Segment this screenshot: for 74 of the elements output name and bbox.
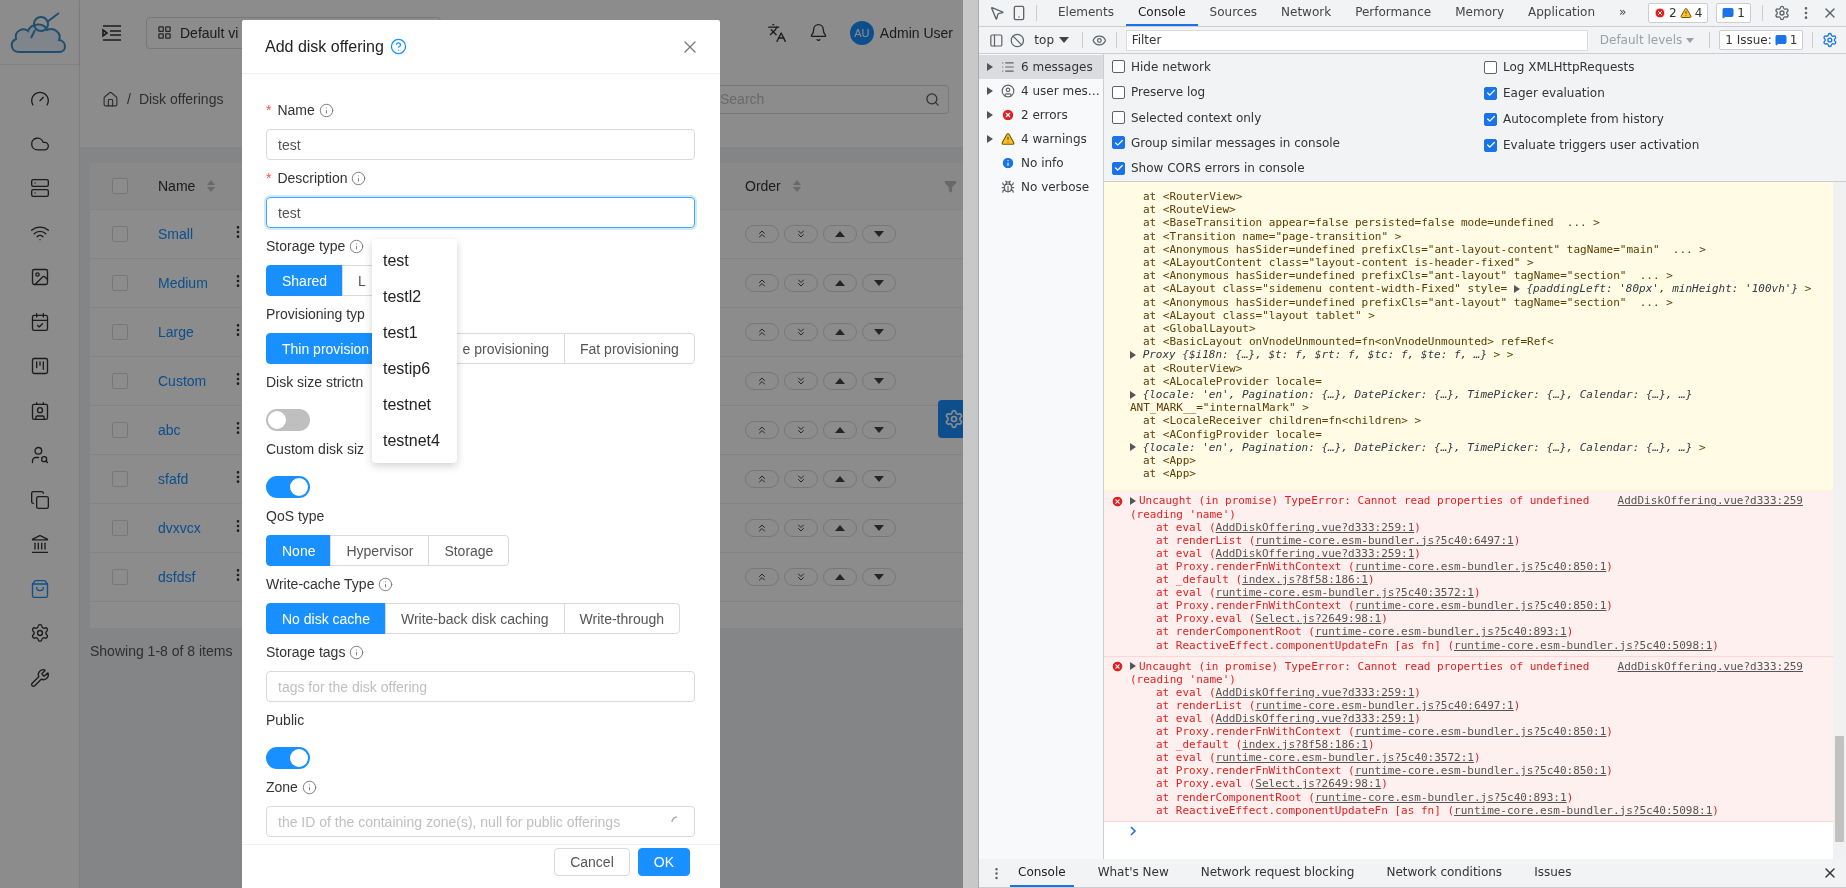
stack-frame: Proxy {$i18n: {…}, $t: f, $rt: f, $tc: f, $te: f, …} > > — [1130, 348, 1833, 362]
stack-frame: at <Anonymous hasSider=undefined prefixCls="ant-layout" tagName="section" ... > — [1130, 269, 1833, 283]
error-text: (reading 'name') — [1129, 507, 1237, 521]
field-label: Disk size strictn — [266, 374, 364, 390]
field-label: Name — [277, 102, 315, 118]
stack-frame: at <ALayout class="layout tablet" > — [1130, 308, 1833, 323]
checkbox-label: Autocomplete from history — [1503, 112, 1664, 126]
stack-frame: at <RouterView> — [1130, 361, 1833, 375]
field-label: QoS type — [266, 508, 325, 524]
stack-frame: at eval (runtime-core.esm-bundler.js?5c40:3572:1) — [1104, 751, 1803, 765]
stack-frame: at Proxy.renderFnWithContext (runtime-core.esm-bundler.js?5c40:850:1) — [1104, 599, 1803, 613]
stack-frame: at Proxy.eval (Select.js?2649:98:1) — [1104, 777, 1803, 791]
field-label: Write-cache Type — [266, 576, 375, 592]
field-label: Zone — [266, 779, 298, 795]
field-label: Provisioning typ — [266, 306, 365, 322]
stack-frame: at ReactiveEffect.componentUpdateFn [as fn] (runtime-core.esm-bundler.js?5c40:5098:1) — [1104, 803, 1803, 817]
error-text: Uncaught (in promise) TypeError: Cannot read properties of undefined — [1139, 494, 1591, 508]
stack-frame: at renderComponentRoot (runtime-core.esm-bundler.js?5c40:893:1) — [1104, 790, 1803, 804]
stack-frame: at renderList (runtime-core.esm-bundler.js?5c40:6497:1) — [1104, 533, 1803, 547]
field-label: Custom disk siz — [266, 441, 365, 457]
stack-frame: at Proxy.renderFnWithContext (runtime-core.esm-bundler.js?5c40:850:1) — [1104, 764, 1803, 778]
stack-frame: at <App> — [1130, 467, 1833, 481]
breadcrumb-separator: / — [127, 91, 131, 107]
stack-frame: at <RouterView> — [1130, 190, 1833, 204]
stack-frame: at eval (runtime-core.esm-bundler.js?5c40:3572:1) — [1104, 586, 1803, 600]
stack-frame: at <AConfigProvider locale= — [1130, 427, 1833, 441]
field-label: Storage tags — [266, 644, 346, 660]
checkbox-label: Log XMLHttpRequests — [1503, 60, 1635, 74]
stack-frame: at eval (AddDiskOffering.vue?d333:259:1) — [1104, 520, 1803, 534]
checkbox-label: Selected context only — [1131, 110, 1262, 125]
required-mark: * — [266, 170, 272, 186]
error-text: (reading 'name') — [1129, 672, 1237, 686]
checkbox-label: Eager evaluation — [1503, 86, 1605, 100]
stack-frame: at Proxy.renderFnWithContext (runtime-core.esm-bundler.js?5c40:850:1) — [1104, 725, 1803, 739]
stack-frame: at renderList (runtime-core.esm-bundler.js?5c40:6497:1) — [1104, 698, 1803, 712]
stack-frame: at ReactiveEffect.componentUpdateFn [as fn] (runtime-core.esm-bundler.js?5c40:5098:1) — [1104, 638, 1803, 652]
field-label: Storage type — [266, 238, 346, 254]
stack-frame: at <ALayout class="sidemenu content-width-Fixed" style= {paddingLeft: '80px', minHeight: '100vh'} > — [1130, 282, 1833, 296]
column-header: Order — [745, 178, 781, 194]
pagination-text: Showing 1-8 of 8 items — [90, 642, 233, 659]
stack-frame: at _default (index.js?8f58:186:1) — [1104, 573, 1803, 587]
checkbox-label: Show CORS errors in console — [1131, 161, 1305, 176]
error-text: Uncaught (in promise) TypeError: Cannot read properties of undefined — [1139, 659, 1591, 673]
stack-frame: at <ALocaleProvider locale= — [1130, 374, 1833, 389]
stack-frame: at <GlobalLayout> — [1130, 322, 1833, 336]
stack-frame: at <ALayoutContent class="layout-content is-header-fixed" > — [1130, 256, 1833, 270]
stack-frame: at eval (AddDiskOffering.vue?d333:259:1) — [1104, 711, 1803, 726]
field-label: Public — [266, 712, 305, 728]
stack-frame: at <Transition name="page-transition" > — [1130, 229, 1833, 243]
required-mark: * — [266, 102, 272, 118]
stack-frame: at eval (AddDiskOffering.vue?d333:259:1) — [1104, 685, 1803, 699]
checkbox-label: Group similar messages in console — [1131, 135, 1340, 150]
checkbox-label: Preserve log — [1131, 85, 1206, 100]
stack-frame: at <App> — [1130, 454, 1833, 468]
stack-frame: ANT_MARK__="internalMark" > — [1130, 401, 1833, 415]
stack-frame: {locale: 'en', Pagination: {…}, DatePicker: {…}, TimePicker: {…}, Calendar: {…}, …} — [1130, 388, 1833, 402]
breadcrumb-item: Disk offerings — [138, 91, 224, 107]
stack-frame: at renderComponentRoot (runtime-core.esm-bundler.js?5c40:893:1) — [1104, 625, 1803, 639]
checkbox-label: Hide network — [1131, 59, 1211, 74]
stack-frame: at <Anonymous hasSider=undefined prefixCls="ant-layout-content" tagName="main" ... > — [1130, 242, 1833, 256]
column-header: Name — [158, 178, 196, 194]
stack-frame: at <BaseTransition appear=false persisted=false mode=undefined ... > — [1130, 216, 1833, 230]
stack-frame: {locale: 'en', Pagination: {…}, DatePicker: {…}, TimePicker: {…}, Calendar: {…}, …} > — [1130, 440, 1833, 455]
field-label: Description — [277, 170, 348, 186]
stack-frame: at <BasicLayout onVnodeUnmounted=fn<onVnodeUnmounted> ref=Ref< — [1130, 335, 1833, 349]
stack-frame: at Proxy.renderFnWithContext (runtime-core.esm-bundler.js?5c40:850:1) — [1104, 559, 1803, 574]
stack-frame: at eval (AddDiskOffering.vue?d333:259:1) — [1104, 546, 1803, 560]
stack-frame: at _default (index.js?8f58:186:1) — [1104, 738, 1803, 752]
stack-frame: at <Anonymous hasSider=undefined prefixCls="ant-layout" tagName="section" ... > — [1130, 295, 1833, 309]
checkbox-label: Evaluate triggers user activation — [1503, 138, 1700, 152]
stack-frame: at Proxy.eval (Select.js?2649:98:1) — [1104, 612, 1803, 626]
stack-frame: at <RouteView> — [1130, 203, 1833, 217]
stack-frame: at <LocaleReceiver children=fn<children> > — [1130, 414, 1833, 428]
dialog-title: Add disk offering — [265, 37, 384, 56]
